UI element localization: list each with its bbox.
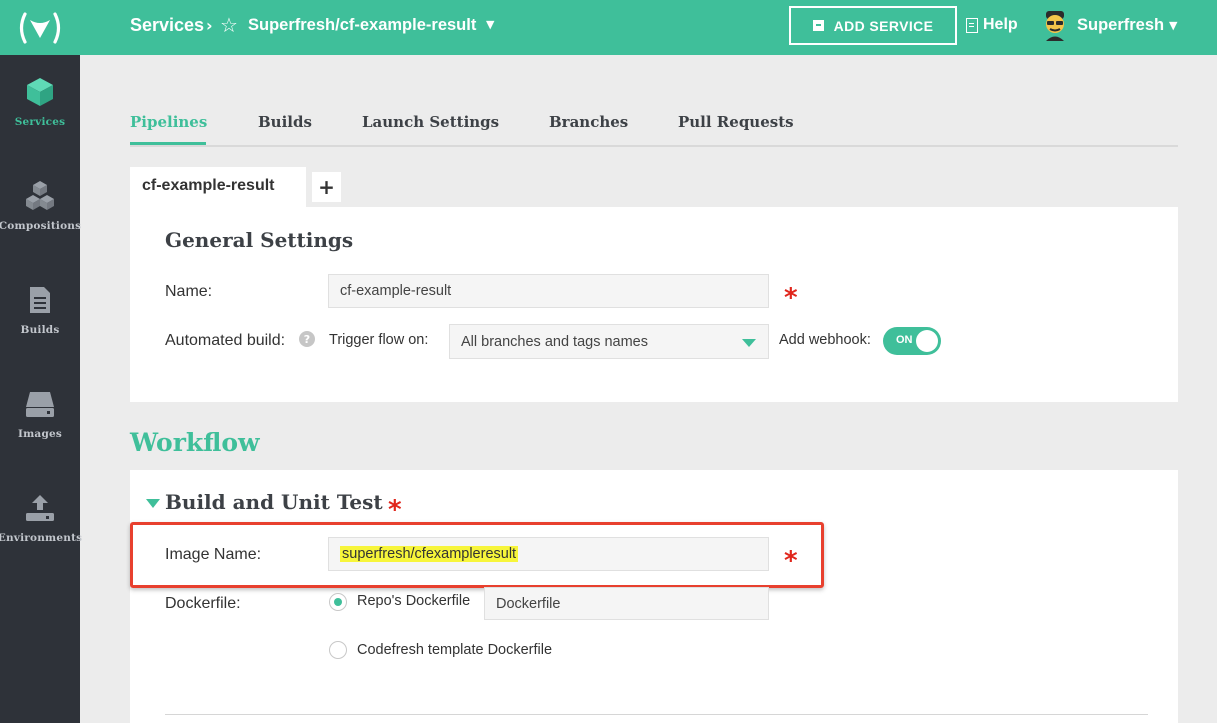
sidebar-item-builds[interactable]: Builds [0, 263, 80, 367]
add-service-label: ADD SERVICE [833, 17, 934, 34]
image-name-input[interactable]: superfresh/cfexampleresult [328, 537, 769, 571]
help-question-icon[interactable]: ? [299, 331, 315, 347]
dockerfile-input[interactable]: Dockerfile [484, 587, 769, 620]
sidebar-item-label: Environments [0, 532, 83, 544]
required-marker: * [388, 495, 402, 525]
sidebar-item-services[interactable]: Services [0, 55, 80, 159]
name-input[interactable]: cf-example-result [328, 274, 769, 308]
top-header: Services › ☆ Superfresh/cf-example-resul… [80, 0, 1217, 55]
breadcrumb-services[interactable]: Services [130, 15, 204, 36]
required-marker: * [784, 283, 798, 313]
add-pipeline-button[interactable]: + [312, 172, 341, 202]
sidebar-item-label: Images [18, 428, 62, 440]
tabs-divider [130, 145, 1178, 147]
document-icon [24, 283, 56, 317]
step-title: Build and Unit Test [165, 490, 383, 514]
sidebar-item-label: Services [14, 116, 66, 128]
tab-branches[interactable]: Branches [549, 113, 628, 131]
codefresh-logo[interactable] [0, 0, 80, 55]
sidebar-item-label: Builds [20, 324, 60, 336]
pipeline-tab[interactable]: cf-example-result [130, 167, 306, 207]
tab-launch-settings[interactable]: Launch Settings [362, 113, 499, 131]
tab-builds[interactable]: Builds [258, 113, 312, 131]
image-name-label: Image Name: [165, 546, 262, 563]
required-marker: * [784, 546, 798, 576]
sidebar-item-images[interactable]: Images [0, 367, 80, 471]
trigger-flow-value: All branches and tags names [461, 334, 648, 350]
name-label: Name: [165, 283, 213, 300]
tab-pipelines[interactable]: Pipelines [130, 113, 207, 131]
toggle-state: ON [896, 334, 913, 346]
chevron-down-icon[interactable]: ▼ [1169, 19, 1177, 32]
trigger-flow-select[interactable]: All branches and tags names [449, 324, 769, 359]
active-tab-indicator [130, 142, 206, 145]
breadcrumb-separator: › [206, 16, 213, 35]
section-divider [165, 714, 1148, 715]
template-dockerfile-radio[interactable] [329, 641, 347, 659]
document-icon [966, 17, 978, 33]
workflow-title: Workflow [130, 428, 260, 457]
upload-icon [24, 491, 56, 525]
webhook-toggle[interactable]: ON [883, 327, 941, 355]
chevron-down-icon[interactable]: ▼ [486, 18, 494, 31]
sidebar-item-environments[interactable]: Environments [0, 471, 83, 575]
repo-dockerfile-radio[interactable] [329, 593, 347, 611]
sidebar-item-compositions[interactable]: Compositions [0, 159, 82, 263]
server-icon [24, 387, 56, 421]
logo-icon [19, 11, 61, 44]
help-label: Help [983, 16, 1018, 33]
avatar[interactable] [1041, 11, 1069, 41]
user-menu[interactable]: Superfresh [1077, 16, 1164, 35]
help-link[interactable]: Help [966, 16, 1018, 34]
caret-down-icon [742, 339, 756, 347]
collapse-triangle-icon[interactable] [146, 499, 160, 508]
repo-dockerfile-label: Repo's Dockerfile [357, 593, 471, 609]
template-dockerfile-label: Codefresh template Dockerfile [357, 642, 553, 658]
breadcrumb-repo[interactable]: Superfresh/cf-example-result [248, 16, 476, 35]
star-icon[interactable]: ☆ [220, 13, 238, 37]
image-name-value: superfresh/cfexampleresult [340, 546, 519, 562]
dockerfile-label: Dockerfile: [165, 595, 241, 612]
general-settings-title: General Settings [165, 228, 354, 252]
sidebar: Services Compositions Builds Images Envi… [0, 0, 83, 723]
box-icon [812, 20, 824, 31]
automated-build-label: Automated build: [165, 332, 286, 349]
trigger-flow-label: Trigger flow on: [329, 332, 429, 348]
add-service-button[interactable]: ADD SERVICE [789, 6, 957, 45]
toggle-knob [916, 330, 938, 352]
sidebar-item-label: Compositions [0, 220, 82, 232]
add-webhook-label: Add webhook: [779, 332, 871, 348]
cubes-icon [24, 179, 56, 213]
cube-icon [24, 75, 56, 109]
tab-pull-requests[interactable]: Pull Requests [678, 113, 794, 131]
